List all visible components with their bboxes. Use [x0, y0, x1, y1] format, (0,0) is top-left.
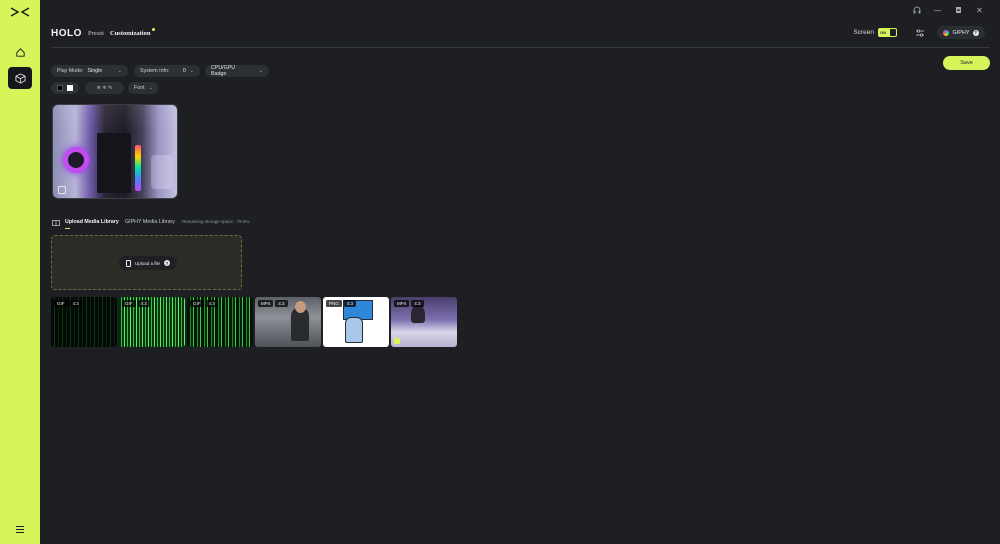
media-item[interactable]: MP4 4:3: [255, 297, 321, 347]
media-type-badge: MP4: [258, 300, 274, 307]
media-item[interactable]: MP4 4:3: [391, 297, 457, 347]
logo-icon: [10, 7, 30, 17]
tab-customization[interactable]: Customization: [110, 30, 150, 37]
tab-indicator-dot: [152, 28, 155, 31]
system-info-label: System Info:: [140, 68, 170, 74]
media-ratio-badge: 4:3: [69, 300, 82, 307]
maximize-button[interactable]: ◘: [948, 3, 969, 17]
media-item[interactable]: PNG 4:3: [323, 297, 389, 347]
header: HOLO Preset Customization Screen ON GIPH…: [51, 26, 990, 48]
help-icon[interactable]: ?: [164, 260, 171, 266]
upload-file-button[interactable]: Upload a file ?: [119, 256, 177, 270]
giphy-button[interactable]: GIPHY ?: [937, 26, 985, 39]
app-window: — ◘ ✕ HOLO Preset Customization Screen O…: [0, 0, 1000, 544]
sidebar-menu[interactable]: [8, 518, 32, 540]
close-button[interactable]: ✕: [969, 3, 990, 17]
media-type-badge: GIF: [122, 300, 136, 307]
media-type-badge: PNG: [326, 300, 342, 307]
minimize-button[interactable]: —: [927, 3, 948, 17]
media-type-badge: GIF: [54, 300, 68, 307]
badge-dropdown[interactable]: CPU/GPU Badge ⌄: [205, 65, 269, 77]
sidebar-home[interactable]: [8, 41, 32, 63]
badge-value: CPU/GPU Badge: [211, 65, 236, 77]
screen-label: Screen: [853, 29, 874, 36]
tab-upload-library[interactable]: Upload Media Library: [65, 219, 119, 225]
swatch-black[interactable]: [57, 85, 63, 91]
play-mode-value: Single: [87, 68, 103, 74]
sidebar-device[interactable]: [8, 67, 32, 89]
file-upload-icon: [125, 259, 131, 267]
home-icon: [15, 47, 25, 57]
media-item[interactable]: GIF 4:3: [119, 297, 185, 347]
media-ratio-badge: 4:3: [275, 300, 288, 307]
media-type-badge: GIF: [190, 300, 204, 307]
save-button[interactable]: Save: [943, 56, 990, 70]
system-info-dropdown[interactable]: System Info: 0 ⌄: [134, 65, 200, 77]
chevron-down-icon: ⌄: [148, 85, 153, 91]
storage-status: Remaining storage space : 79.8%: [182, 219, 250, 224]
media-type-badge: MP4: [394, 300, 410, 307]
font-dropdown[interactable]: Font ⌄: [128, 82, 158, 94]
tab-giphy-library[interactable]: GIPHY Media Library: [125, 219, 175, 225]
font-label: Font: [134, 85, 145, 91]
media-ratio-badge: 4:3: [137, 300, 150, 307]
alignment-controls[interactable]: ≡ ≑ ≒: [85, 82, 124, 94]
sidebar: [0, 0, 40, 544]
selected-check-icon: [394, 338, 400, 344]
play-mode-dropdown[interactable]: Play Mode: Single ⌄: [51, 65, 128, 77]
cube-icon: [15, 72, 25, 84]
tab-preset[interactable]: Preset: [88, 30, 104, 37]
chevron-down-icon: ⌄: [117, 68, 122, 74]
upload-dropzone[interactable]: Upload a file ?: [51, 235, 242, 290]
menu-icon: [16, 525, 24, 533]
preview-rgb-strip: [135, 145, 141, 191]
thumbnail-head: [295, 301, 306, 313]
sliders-icon[interactable]: [915, 28, 925, 38]
thumbnail-person: [411, 305, 425, 323]
active-tab-underline: [65, 228, 70, 229]
window-controls: — ◘ ✕: [906, 3, 990, 17]
giphy-label: GIPHY: [952, 29, 970, 36]
preview-fan-ring: [63, 147, 89, 173]
media-ratio-badge: 4:3: [343, 300, 357, 307]
chevron-down-icon: ⌄: [189, 68, 194, 74]
toggle-knob: [890, 29, 896, 36]
chevron-down-icon: ⌄: [258, 68, 263, 74]
giphy-logo-icon: [943, 29, 950, 36]
headset-icon: [913, 6, 920, 14]
play-mode-label: Play Mode:: [57, 68, 84, 74]
color-swatches: [51, 82, 79, 94]
media-ratio-badge: 4:3: [411, 300, 424, 307]
crop-icon[interactable]: [58, 186, 66, 194]
help-icon[interactable]: ?: [972, 29, 979, 36]
preview-fan: [151, 155, 173, 189]
media-ratio-badge: 4:3: [205, 300, 218, 307]
thumbnail-character: [345, 317, 363, 343]
preview-cooler: [97, 133, 131, 193]
library-icon: [52, 220, 60, 226]
support-button[interactable]: [906, 3, 927, 17]
media-item[interactable]: GIF 4:3: [187, 297, 253, 347]
screen-toggle-state: ON: [880, 30, 886, 35]
screen-toggle[interactable]: ON: [878, 28, 897, 37]
brand-title: HOLO: [51, 28, 82, 39]
swatch-white[interactable]: [67, 85, 73, 91]
upload-label: Upload a file: [134, 260, 161, 266]
media-item[interactable]: GIF 4:3: [51, 297, 117, 347]
screen-preview[interactable]: [52, 104, 178, 199]
system-info-value: 0: [182, 68, 186, 74]
